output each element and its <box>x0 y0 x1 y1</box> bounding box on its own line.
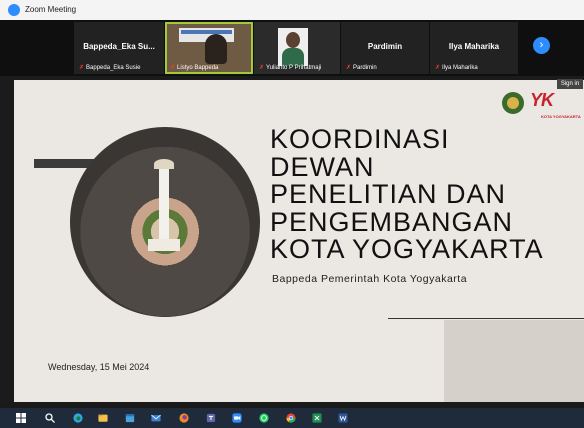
participant-label: ✗ Yulianto P Prihatmaji <box>259 65 322 71</box>
chrome-icon[interactable] <box>285 413 297 423</box>
zoom-taskbar-icon[interactable] <box>231 413 243 423</box>
tugu-monument <box>154 159 174 247</box>
slide-subtitle: Bappeda Pemerintah Kota Yogyakarta <box>272 273 468 285</box>
participant-display-name: Pardimin <box>367 42 403 51</box>
participant-avatar <box>278 28 308 66</box>
search-icon[interactable] <box>45 413 55 423</box>
zoom-title-bar: Zoom Meeting <box>0 0 584 20</box>
city-seal-icon <box>502 92 524 114</box>
sign-in-button[interactable]: Sign in <box>557 79 583 89</box>
participant-label: ✗ Listyo Bappeda <box>170 65 219 71</box>
teams-icon[interactable] <box>205 413 217 423</box>
excel-icon[interactable] <box>311 413 323 423</box>
file-explorer-icon[interactable] <box>97 413 109 423</box>
slide-date: Wednesday, 15 Mei 2024 <box>48 362 150 372</box>
participant-display-name: Ilya Maharika <box>448 42 500 51</box>
yogyakarta-logo: YK <box>530 90 554 110</box>
windows-start-icon[interactable] <box>16 413 26 423</box>
divider-line <box>388 318 584 319</box>
muted-mic-icon: ✗ <box>435 65 441 71</box>
participant-photo-tile[interactable]: ✗ Yulianto P Prihatmaji <box>254 22 340 74</box>
gray-decor-block <box>444 320 584 402</box>
muted-mic-icon: ✗ <box>170 65 176 71</box>
yogyakarta-logo-subtext: KOTA YOGYAKARTA <box>541 114 581 119</box>
participant-display-name: Bappeda_Eka Su... <box>83 42 155 51</box>
tugu-monument-photo <box>70 127 260 317</box>
muted-mic-icon: ✗ <box>346 65 352 71</box>
participant-label: ✗ Ilya Maharika <box>435 65 478 71</box>
calendar-app-icon[interactable] <box>124 413 136 423</box>
edge-browser-icon[interactable] <box>72 413 84 423</box>
next-participants-button[interactable]: › <box>533 37 550 54</box>
participant-label: ✗ Pardimin <box>346 65 377 71</box>
participant-video-tile[interactable]: ✗ Listyo Bappeda <box>165 22 253 74</box>
participant-tile[interactable]: Ilya Maharika ✗ Ilya Maharika <box>430 22 518 74</box>
whatsapp-icon[interactable] <box>258 413 270 423</box>
muted-mic-icon: ✗ <box>259 65 265 71</box>
slide-title: KOORDINASI DEWAN PENELITIAN DAN PENGEMBA… <box>270 124 544 264</box>
window-title: Zoom Meeting <box>25 5 77 14</box>
firefox-icon[interactable] <box>178 413 190 423</box>
word-icon[interactable] <box>337 413 349 423</box>
participant-label: ✗ Bappeda_Eka Susie <box>79 65 141 71</box>
mail-app-icon[interactable] <box>150 413 162 423</box>
participant-tile[interactable]: Pardimin ✗ Pardimin <box>341 22 429 74</box>
zoom-app-icon <box>8 4 20 16</box>
muted-mic-icon: ✗ <box>79 65 85 71</box>
participant-tile[interactable]: Bappeda_Eka Su... ✗ Bappeda_Eka Susie <box>74 22 164 74</box>
participant-video <box>205 34 227 64</box>
shared-screen-slide: YK KOTA YOGYAKARTA KOORDINASI DEWAN PENE… <box>14 80 584 402</box>
